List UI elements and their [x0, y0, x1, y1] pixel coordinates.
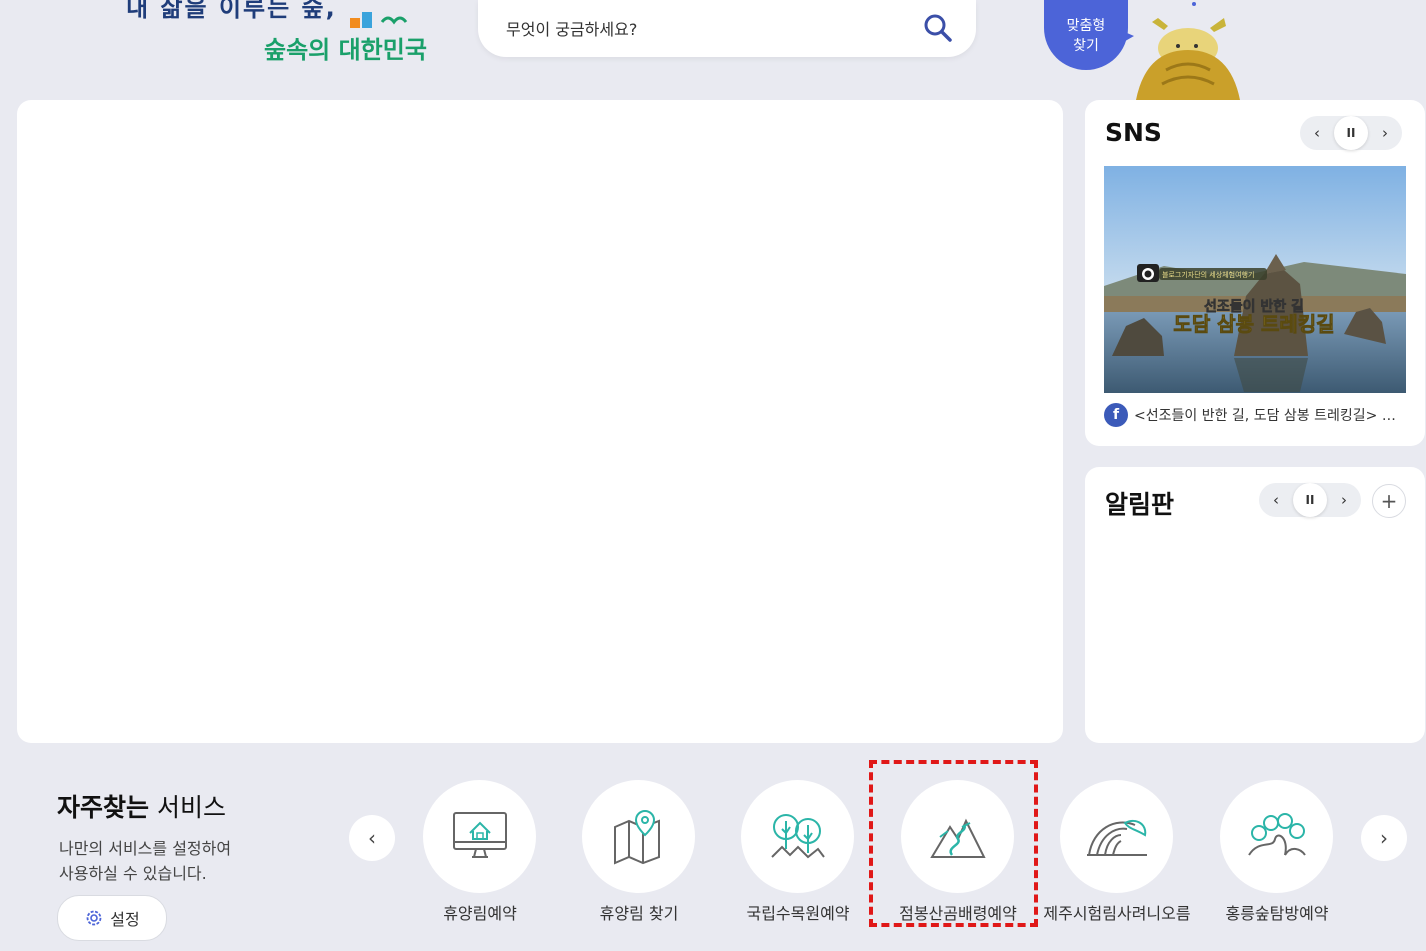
sns-next-button[interactable]: › — [1368, 116, 1402, 150]
trees-icon — [770, 813, 825, 858]
notice-next-button[interactable]: › — [1327, 483, 1361, 517]
search-input[interactable] — [504, 14, 908, 44]
service-icon-circle — [741, 780, 854, 893]
service-item-forest-find[interactable]: 휴양림 찾기 — [559, 780, 719, 930]
facebook-icon: f — [1104, 403, 1128, 427]
sns-caption-text: <선조들이 반한 길, 도담 삼봉 트레킹길> 하... — [1134, 408, 1406, 424]
forest-path-icon — [1247, 812, 1306, 856]
service-item-hongneung[interactable]: 홍릉숲탐방예약 — [1197, 780, 1357, 930]
service-item-forest-reservation[interactable]: 휴양림예약 — [400, 780, 560, 930]
service-label: 제주시험림사려니오름 — [1043, 904, 1191, 923]
sns-image-badge: 블로그기자단의 세상체험여행기 — [1162, 270, 1254, 279]
service-label: 휴양림 찾기 — [599, 904, 679, 923]
favorites-title-bold: 자주찾는 — [57, 793, 150, 822]
favorites-desc-2: 사용하실 수 있습니다. — [59, 864, 207, 883]
map-pin-icon — [613, 809, 660, 865]
custom-find-button[interactable]: 맞춤형 찾기 — [1044, 0, 1128, 70]
favorites-desc-1: 나만의 서비스를 설정하여 — [59, 839, 232, 858]
notice-pause-button[interactable]: II — [1293, 483, 1327, 517]
service-icon-circle — [582, 780, 695, 893]
sns-image-art: 블로그기자단의 세상체험여행기 선조들이 반한 길 도담 삼봉 트레킹길 — [1104, 166, 1406, 393]
monitor-house-icon — [452, 811, 507, 858]
site-logo[interactable]: 내 삶을 이루는 숲, 숲속의 대한민국 — [120, 0, 430, 80]
sns-pause-button[interactable]: II — [1334, 116, 1368, 150]
service-label: 홍릉숲탐방예약 — [1225, 904, 1329, 923]
notice-more-button[interactable]: + — [1372, 484, 1406, 518]
service-icon-circle — [423, 780, 536, 893]
service-label: 휴양림예약 — [443, 904, 517, 923]
sns-image-title-2: 도담 삼봉 트레킹길 — [1173, 312, 1334, 336]
highlight-box — [869, 760, 1038, 927]
sns-controls: ‹ II › — [1300, 116, 1402, 150]
service-icon-circle — [1060, 780, 1173, 893]
settings-button[interactable]: 설정 — [57, 895, 167, 941]
notice-controls: ‹ II › — [1259, 483, 1361, 517]
sns-post-image[interactable]: 블로그기자단의 세상체험여행기 선조들이 반한 길 도담 삼봉 트레킹길 — [1104, 166, 1406, 393]
search-bar — [478, 0, 976, 57]
favorites-title: 자주찾는 서비스 — [57, 788, 226, 824]
services-prev-button[interactable]: ‹ — [349, 815, 395, 861]
notice-prev-button[interactable]: ‹ — [1259, 483, 1293, 517]
mascot-icon — [1136, 2, 1240, 100]
gear-icon — [86, 910, 102, 926]
service-item-saryeoni[interactable]: 제주시험림사려니오름 — [1037, 780, 1197, 930]
notice-panel: 알림판 ‹ II › + — [1085, 467, 1425, 743]
logo-tagline: 내 삶을 이루는 숲, — [126, 0, 337, 22]
service-item-arboretum[interactable]: 국립수목원예약 — [718, 780, 878, 930]
services-next-button[interactable]: › — [1361, 815, 1407, 861]
service-icon-circle — [1220, 780, 1333, 893]
favorites-title-light: 서비스 — [149, 793, 226, 822]
sns-panel: SNS ‹ II › 블로그기자단의 세상체험여행기 선조들이 반한 길 도담 … — [1085, 100, 1425, 446]
favorites-description: 나만의 서비스를 설정하여 사용하실 수 있습니다. — [59, 836, 279, 886]
sns-post-caption[interactable]: f <선조들이 반한 길, 도담 삼봉 트레킹길> 하... — [1104, 402, 1406, 428]
search-icon[interactable] — [922, 12, 954, 44]
sns-prev-button[interactable]: ‹ — [1300, 116, 1334, 150]
sns-title: SNS — [1105, 118, 1162, 147]
dome-icon — [1086, 819, 1147, 856]
logo-title: 숲속의 대한민국 — [264, 36, 427, 64]
main-banner-area — [17, 100, 1063, 743]
settings-label: 설정 — [110, 910, 140, 929]
custom-find-label-1: 맞춤형 — [1066, 18, 1106, 34]
service-label: 국립수목원예약 — [746, 904, 850, 923]
notice-title: 알림판 — [1105, 490, 1175, 519]
custom-find-label-2: 찾기 — [1073, 38, 1099, 54]
